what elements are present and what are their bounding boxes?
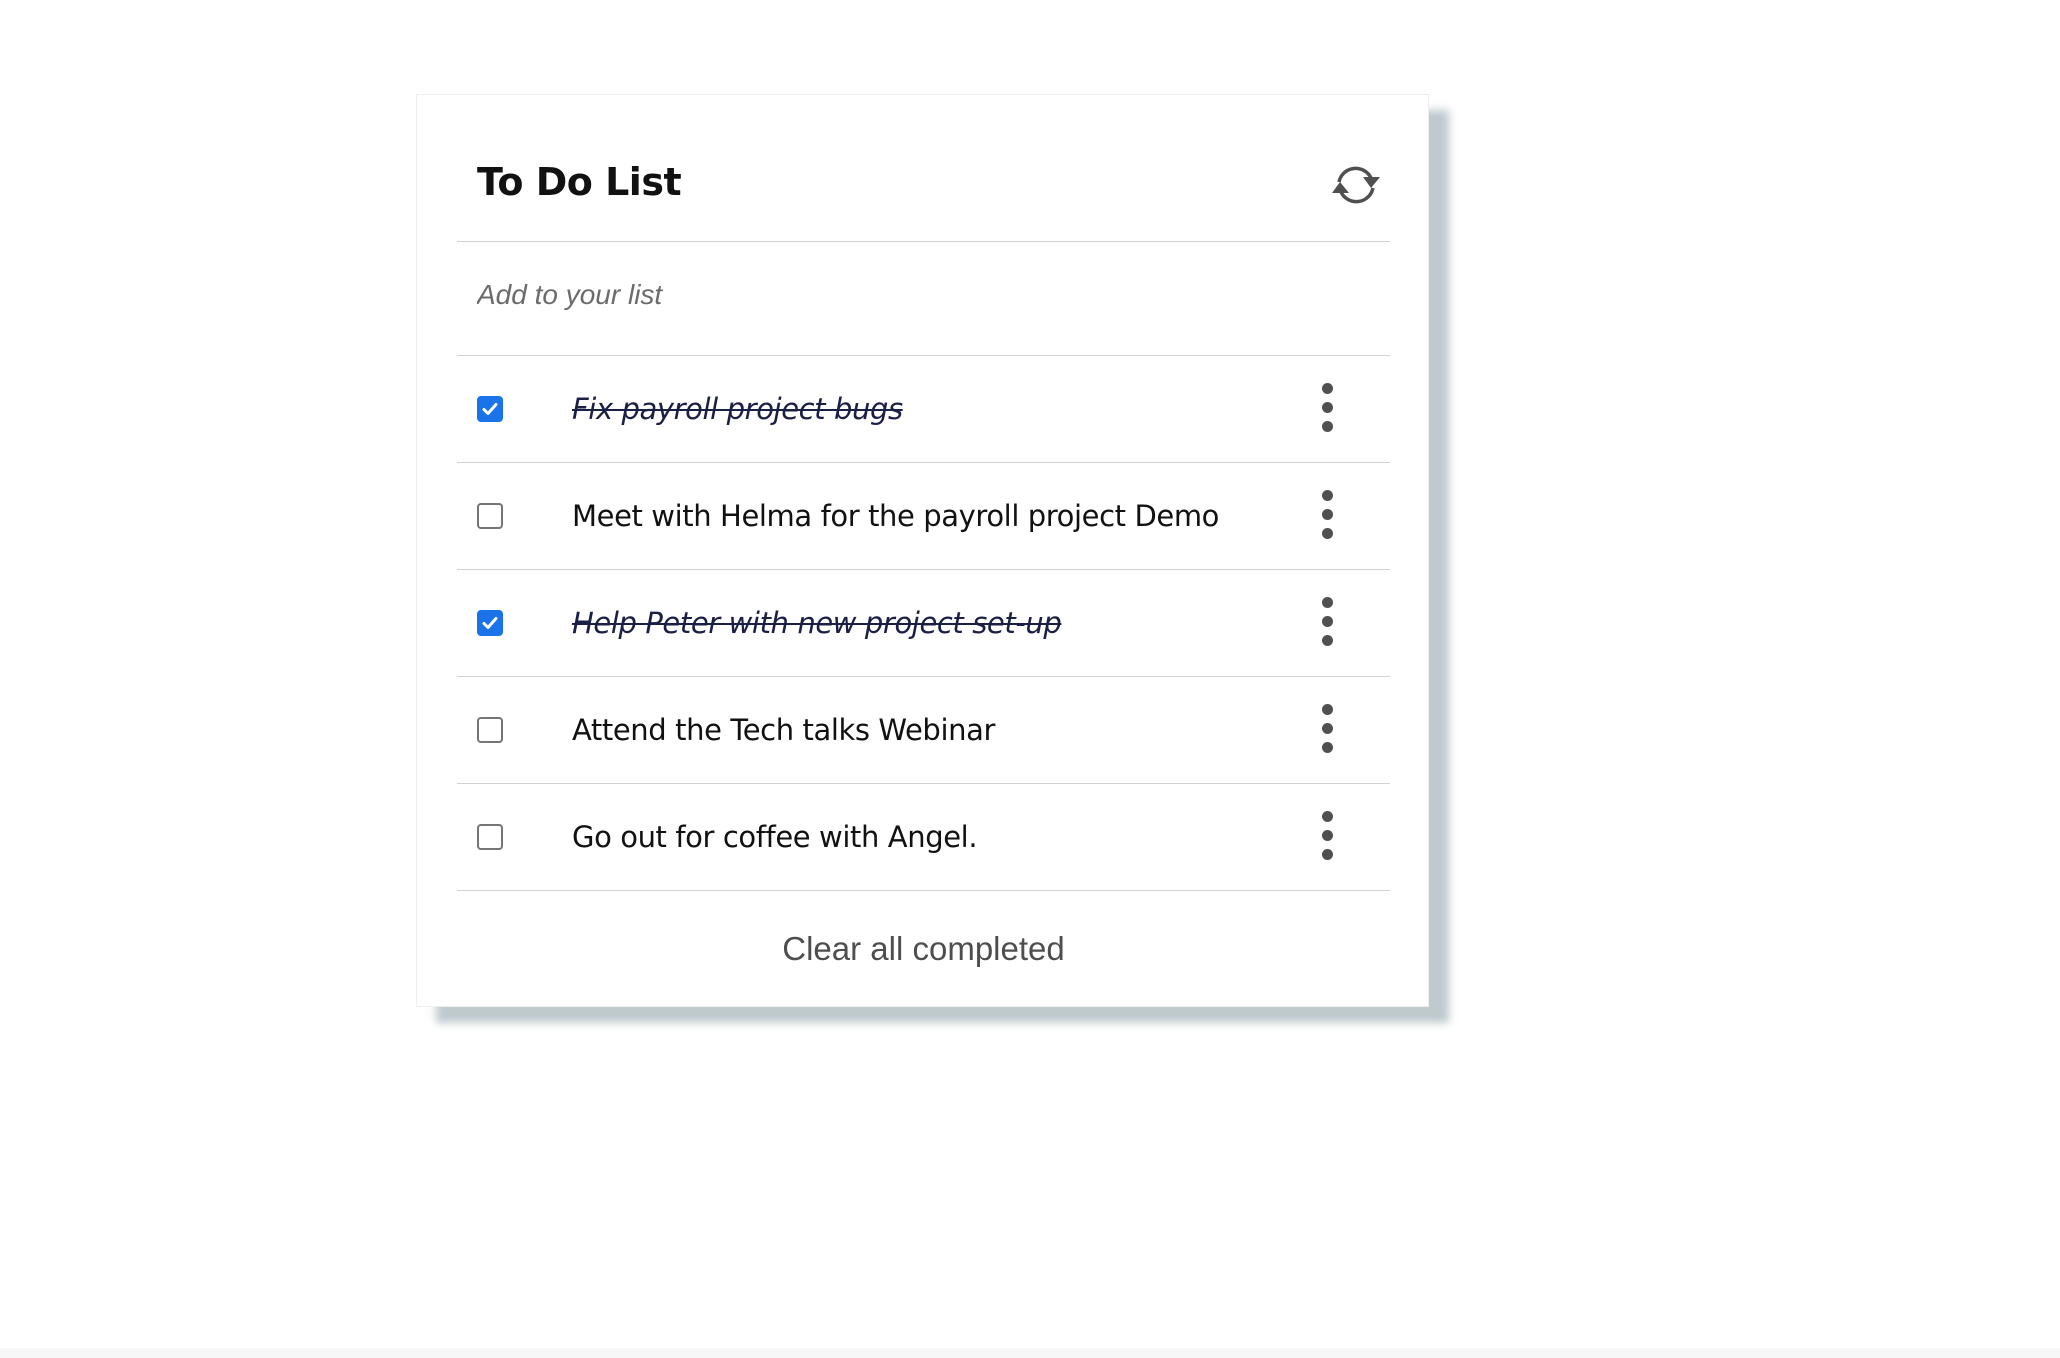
todo-checkbox[interactable] (477, 824, 503, 850)
todo-text: Help Peter with new project set-up (572, 606, 1062, 640)
more-vertical-icon[interactable] (1316, 809, 1340, 863)
more-vertical-icon[interactable] (1316, 702, 1340, 756)
todo-item: Help Peter with new project set-up (457, 570, 1390, 677)
todo-text: Attend the Tech talks Webinar (572, 713, 995, 747)
todo-checkbox[interactable] (477, 396, 503, 422)
todo-item: Meet with Helma for the payroll project … (457, 463, 1390, 570)
todo-checkbox[interactable] (477, 503, 503, 529)
page-title: To Do List (477, 160, 682, 204)
clear-completed-button[interactable]: Clear all completed (457, 924, 1390, 974)
todo-text: Meet with Helma for the payroll project … (572, 499, 1220, 533)
todo-checkbox[interactable] (477, 610, 503, 636)
card-header: To Do List (457, 95, 1390, 242)
todo-item: Go out for coffee with Angel. (457, 784, 1390, 891)
todo-checkbox[interactable] (477, 717, 503, 743)
more-vertical-icon[interactable] (1316, 381, 1340, 435)
todo-card: To Do List Fix payroll project bugs (416, 94, 1429, 1007)
refresh-icon[interactable] (1328, 160, 1384, 210)
todo-item: Fix payroll project bugs (457, 356, 1390, 463)
add-item-row (457, 242, 1390, 356)
todo-text: Fix payroll project bugs (572, 392, 903, 426)
checkmark-icon (482, 617, 498, 629)
checkmark-icon (482, 403, 498, 415)
add-item-input[interactable] (477, 270, 1357, 320)
todo-item: Attend the Tech talks Webinar (457, 677, 1390, 784)
more-vertical-icon[interactable] (1316, 488, 1340, 542)
todo-text: Go out for coffee with Angel. (572, 820, 978, 854)
more-vertical-icon[interactable] (1316, 595, 1340, 649)
page-bottom-band (0, 1348, 2060, 1358)
